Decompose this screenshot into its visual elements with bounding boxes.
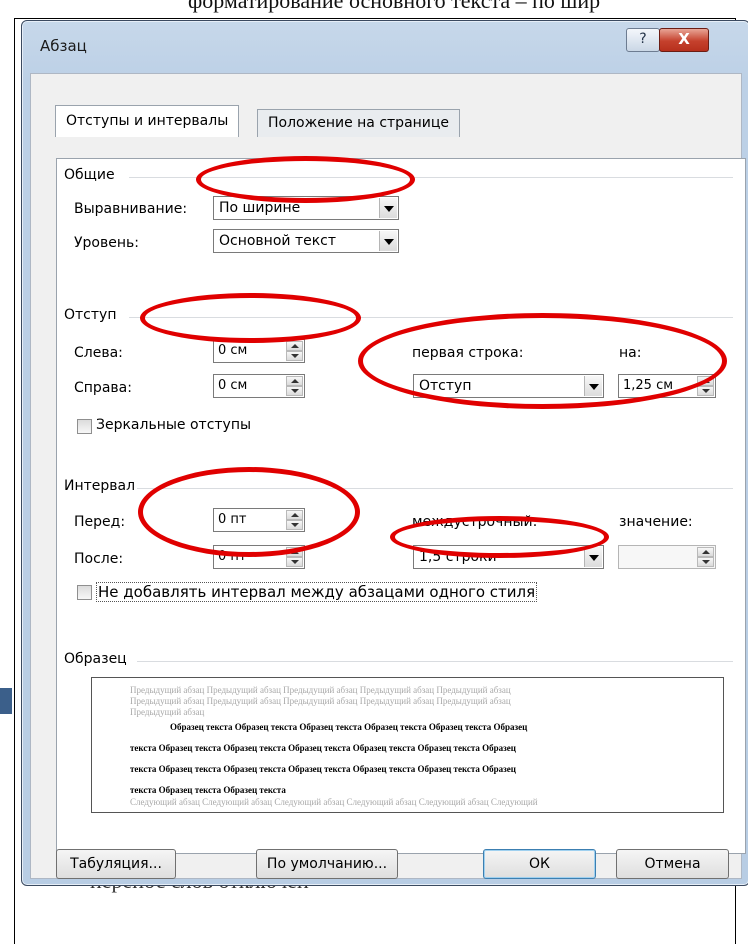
spacing-after-stepper[interactable]: 0 пт	[213, 545, 305, 569]
alignment-label: Выравнивание:	[74, 201, 188, 217]
spacing-at-label: значение:	[619, 514, 693, 530]
paragraph-dialog: Абзац ? X Отступы и интервалы Положение …	[21, 20, 748, 886]
chevron-down-icon[interactable]	[379, 231, 397, 251]
line-spacing-value: 1,5 строки	[419, 549, 497, 565]
tab-label: Положение на странице	[268, 115, 450, 131]
no-space-same-style-label[interactable]: Не добавлять интервал между абзацами одн…	[96, 582, 538, 602]
indent-right-value: 0 см	[218, 378, 248, 393]
indent-right-stepper[interactable]: 0 см	[213, 374, 305, 398]
spin-up-icon[interactable]	[286, 510, 303, 520]
close-button[interactable]: X	[659, 28, 709, 52]
help-icon: ?	[639, 31, 647, 47]
spacing-before-value: 0 пт	[218, 512, 247, 527]
level-value: Основной текст	[219, 233, 337, 249]
first-line-label: первая строка:	[412, 345, 524, 361]
spin-down-icon[interactable]	[286, 351, 303, 361]
cancel-button[interactable]: Отмена	[616, 849, 729, 879]
indent-by-value: 1,25 см	[623, 378, 674, 393]
spin-up-icon[interactable]	[286, 341, 303, 351]
spin-down-icon[interactable]	[697, 386, 714, 396]
section-general: Общие	[64, 167, 115, 183]
spin-up-icon[interactable]	[697, 376, 714, 386]
preview-prev-line: Предыдущий абзац Предыдущий абзац Предыд…	[130, 696, 511, 706]
background-top-text: форматирование основного текста – по шир	[188, 0, 601, 13]
chevron-down-icon[interactable]	[379, 198, 397, 218]
preview-sample-line: Образец текста Образец текста Образец те…	[170, 722, 528, 732]
tabs-button[interactable]: Табуляция...	[56, 849, 176, 879]
spin-down-icon[interactable]	[286, 386, 303, 396]
spin-up-icon[interactable]	[286, 376, 303, 386]
divider	[129, 317, 733, 318]
spacing-after-label: После:	[74, 551, 124, 567]
level-select[interactable]: Основной текст	[213, 229, 399, 253]
preview-prev-line: Предыдущий абзац Предыдущий абзац Предыд…	[130, 685, 511, 695]
first-line-select[interactable]: Отступ	[413, 374, 604, 398]
indent-by-stepper[interactable]: 1,25 см	[618, 374, 716, 398]
spin-up-icon[interactable]	[697, 547, 714, 557]
preview-next-line: Следующий абзац Следующий абзац Следующи…	[130, 797, 538, 807]
level-label: Уровень:	[74, 235, 139, 251]
spin-down-icon[interactable]	[697, 557, 714, 567]
spacing-at-stepper[interactable]	[618, 545, 716, 569]
alignment-value: По ширине	[219, 200, 301, 216]
divider	[137, 661, 733, 662]
tab-label: Отступы и интервалы	[66, 113, 229, 129]
button-label: Отмена	[644, 856, 701, 872]
divider	[129, 177, 733, 178]
indent-left-stepper[interactable]: 0 см	[213, 339, 305, 363]
section-indent: Отступ	[64, 307, 117, 323]
indent-left-value: 0 см	[218, 343, 248, 358]
spacing-before-label: Перед:	[74, 514, 126, 530]
alignment-select[interactable]: По ширине	[213, 196, 399, 220]
ok-button[interactable]: ОК	[483, 849, 596, 879]
help-button[interactable]: ?	[626, 28, 660, 52]
close-icon: X	[678, 30, 690, 48]
indent-left-label: Слева:	[74, 345, 123, 361]
chevron-down-icon[interactable]	[584, 547, 602, 567]
divider	[137, 488, 733, 489]
preview-sample-line: текста Образец текста Образец текста Обр…	[130, 764, 516, 774]
set-default-button[interactable]: По умолчанию...	[256, 849, 398, 879]
first-line-value: Отступ	[419, 378, 472, 394]
tab-indents-spacing[interactable]: Отступы и интервалы	[55, 105, 240, 137]
spacing-before-stepper[interactable]: 0 пт	[213, 508, 305, 532]
spin-down-icon[interactable]	[286, 557, 303, 567]
line-spacing-label: междустрочный:	[412, 514, 538, 530]
preview-sample-line: текста Образец текста Образец текста	[130, 785, 286, 795]
preview-prev-line: Предыдущий абзац	[130, 707, 205, 717]
dialog-title: Абзац	[40, 37, 87, 55]
document-side-mark	[0, 688, 12, 714]
section-spacing: Интервал	[64, 478, 136, 494]
button-label: По умолчанию...	[266, 856, 388, 872]
line-spacing-select[interactable]: 1,5 строки	[413, 545, 604, 569]
no-space-same-style-checkbox[interactable]	[77, 585, 92, 600]
preview-box: Предыдущий абзац Предыдущий абзац Предыд…	[91, 677, 724, 813]
chevron-down-icon[interactable]	[584, 376, 602, 396]
spin-down-icon[interactable]	[286, 520, 303, 530]
spacing-after-value: 0 пт	[218, 549, 247, 564]
indent-by-label: на:	[619, 345, 642, 361]
dialog-client-area: Отступы и интервалы Положение на страниц…	[30, 73, 746, 879]
preview-sample-line: текста Образец текста Образец текста Обр…	[130, 743, 516, 753]
button-label: ОК	[529, 856, 550, 872]
button-label: Табуляция...	[70, 856, 162, 872]
mirror-indents-checkbox[interactable]	[77, 419, 92, 434]
tab-line-page-breaks[interactable]: Положение на странице	[257, 109, 461, 137]
mirror-indents-label[interactable]: Зеркальные отступы	[96, 417, 251, 433]
indent-right-label: Справа:	[74, 380, 132, 396]
spin-up-icon[interactable]	[286, 547, 303, 557]
section-preview: Образец	[64, 651, 127, 667]
